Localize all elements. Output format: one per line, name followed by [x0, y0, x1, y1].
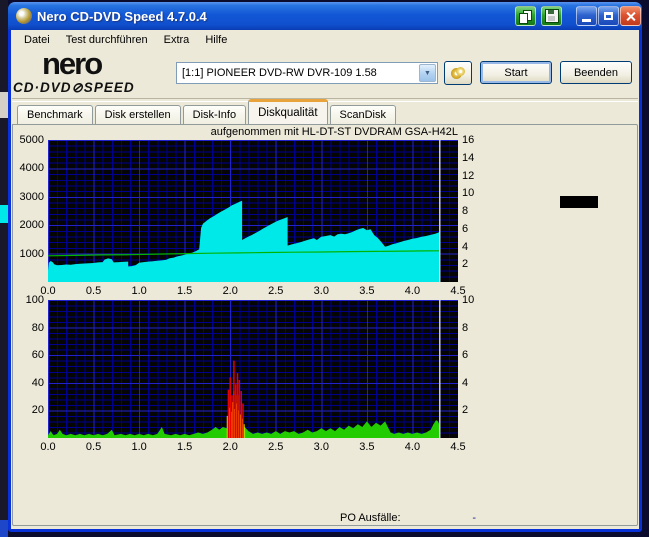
axis-tick-label: 2.0 — [215, 285, 245, 297]
tab-diskqualitaet[interactable]: Diskqualität — [248, 99, 327, 124]
redacted-label-value — [560, 196, 598, 208]
axis-tick-label: 4.0 — [397, 285, 427, 297]
tab-bar: Benchmark Disk erstellen Disk-Info Diskq… — [17, 103, 398, 124]
axis-tick-label: 10 — [462, 294, 486, 306]
axis-tick-label: 60 — [7, 349, 44, 361]
axis-tick-label: 3.5 — [352, 285, 382, 297]
axis-tick-label: 3.5 — [352, 441, 382, 453]
nero-logo: nero — [42, 48, 101, 79]
axis-tick-label: 2000 — [7, 219, 44, 231]
minimize-button[interactable] — [576, 6, 597, 26]
axis-tick-label: 3.0 — [306, 285, 336, 297]
axis-tick-label: 14 — [462, 152, 486, 164]
menu-extra[interactable]: Extra — [156, 32, 198, 48]
axis-tick-label: 3000 — [7, 191, 44, 203]
axis-tick-label: 2 — [462, 258, 486, 270]
background-window-sliver — [0, 0, 8, 537]
axis-tick-label: 4000 — [7, 162, 44, 174]
eject-disc-button[interactable] — [444, 61, 472, 85]
pi-failures-chart — [48, 300, 458, 438]
axis-tick-label: 0.5 — [79, 441, 109, 453]
background-window-border — [0, 520, 8, 537]
chart-title: aufgenommen mit HL-DT-ST DVDRAM GSA-H42L — [48, 126, 458, 138]
pi-errors-chart — [48, 140, 458, 282]
axis-tick-label: 12 — [462, 170, 486, 182]
axis-tick-label: 2.5 — [261, 285, 291, 297]
axis-tick-label: 10 — [462, 187, 486, 199]
axis-tick-label: 16 — [462, 134, 486, 146]
drive-select[interactable]: [1:1] PIONEER DVD-RW DVR-109 1.58 ▼ — [176, 62, 438, 84]
axis-tick-label: 8 — [462, 322, 486, 334]
menu-bar: Datei Test durchführen Extra Hilfe — [11, 30, 639, 49]
po-failures-value: - — [472, 512, 476, 524]
titlebar-copy-button[interactable] — [515, 6, 536, 26]
maximize-button[interactable] — [598, 6, 619, 26]
save-icon — [545, 9, 559, 23]
chevron-down-icon[interactable]: ▼ — [419, 64, 436, 82]
titlebar-save-button[interactable] — [541, 6, 562, 26]
maximize-icon — [604, 12, 613, 20]
copy-icon — [519, 10, 532, 23]
axis-tick-label: 1.0 — [124, 285, 154, 297]
po-failures-label: PO Ausfälle: — [340, 512, 401, 524]
axis-tick-label: 3.0 — [306, 441, 336, 453]
quit-button[interactable]: Beenden — [560, 61, 632, 84]
po-failures-row: PO Ausfälle: - — [340, 512, 476, 524]
background-window-fragment — [0, 92, 8, 118]
axis-tick-label: 20 — [7, 404, 44, 416]
axis-tick-label: 1000 — [7, 248, 44, 260]
tab-scandisk[interactable]: ScanDisk — [330, 105, 396, 124]
app-icon — [16, 8, 32, 24]
axis-tick-label: 2 — [462, 404, 486, 416]
drive-select-value: [1:1] PIONEER DVD-RW DVR-109 1.58 — [177, 67, 418, 79]
axis-tick-label: 8 — [462, 205, 486, 217]
axis-tick-label: 2.5 — [261, 441, 291, 453]
axis-tick-label: 4.5 — [443, 441, 473, 453]
menu-hilfe[interactable]: Hilfe — [197, 32, 235, 48]
close-button[interactable] — [620, 6, 641, 26]
axis-tick-label: 40 — [7, 377, 44, 389]
window-title: Nero CD-DVD Speed 4.7.0.4 — [37, 9, 207, 24]
axis-tick-label: 1.5 — [170, 441, 200, 453]
axis-tick-label: 6 — [462, 223, 486, 235]
axis-tick-label: 80 — [7, 322, 44, 334]
tab-disk-erstellen[interactable]: Disk erstellen — [95, 105, 181, 124]
axis-tick-label: 0.5 — [79, 285, 109, 297]
axis-tick-label: 1.5 — [170, 285, 200, 297]
start-button[interactable]: Start — [480, 61, 552, 84]
tab-disk-info[interactable]: Disk-Info — [183, 105, 246, 124]
axis-tick-label: 5000 — [7, 134, 44, 146]
axis-tick-label: 4 — [462, 377, 486, 389]
axis-tick-label: 1.0 — [124, 441, 154, 453]
cd-dvd-speed-logo: CD·DVD⊘SPEED — [13, 80, 135, 96]
disc-icon — [451, 67, 465, 79]
desktop: { "window": {"title": "Nero CD-DVD Speed… — [0, 0, 649, 537]
axis-tick-label: 6 — [462, 349, 486, 361]
axis-tick-label: 0.0 — [33, 441, 63, 453]
tab-benchmark[interactable]: Benchmark — [17, 105, 93, 124]
minimize-icon — [582, 19, 591, 22]
axis-tick-label: 4 — [462, 241, 486, 253]
axis-tick-label: 100 — [7, 294, 44, 306]
axis-tick-label: 2.0 — [215, 441, 245, 453]
axis-tick-label: 4.0 — [397, 441, 427, 453]
close-icon — [625, 11, 636, 22]
